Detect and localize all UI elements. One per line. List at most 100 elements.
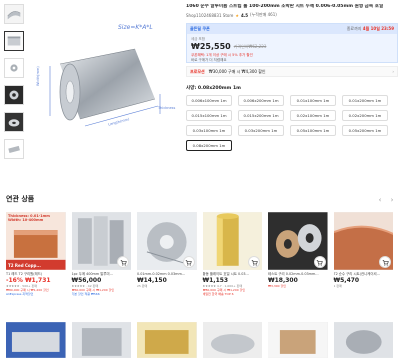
card-name: T1 레드 T2 구리원(레드): [6, 272, 43, 276]
chevron-right-icon[interactable]: ›: [388, 196, 396, 204]
card-meta: ₩3,300 할인: [268, 284, 287, 288]
thumbnail-5[interactable]: [4, 112, 24, 132]
variant-option[interactable]: 0.05x100mm 1m: [290, 125, 336, 136]
dim-width-label: Width(mm): [36, 66, 40, 86]
product-card-image[interactable]: [268, 322, 328, 358]
cart-button[interactable]: [248, 256, 260, 268]
cart-icon: [185, 259, 192, 266]
product-card-image[interactable]: [6, 322, 66, 358]
card-image[interactable]: Thickness: 0.01-1mm Width: 10-400mm T2 R…: [6, 212, 66, 270]
card-price: ₩14,150: [137, 277, 167, 284]
rating-suffix[interactable]: (누적판매 461): [250, 12, 277, 18]
card-overlay-text: Thickness: 0.01-1mm Width: 10-400mm: [8, 214, 50, 222]
chevron-left-icon[interactable]: ‹: [376, 196, 384, 204]
ends-time: 4월 10일 23:59: [362, 26, 394, 31]
product-card-image[interactable]: [137, 322, 197, 358]
cart-icon: [251, 259, 258, 266]
ends-label: 종료까지: [346, 26, 362, 31]
card-name: 1pc 두께 400mm 알루미...: [71, 272, 113, 276]
store-name[interactable]: Shop1102468831 Store: [186, 13, 233, 18]
card-meta-3: 기본 할인 적용 ₩566: [71, 292, 100, 296]
card-price: -16% ₩1,731: [6, 277, 66, 284]
product-card-image[interactable]: [71, 322, 131, 358]
variant-option-selected[interactable]: 0.08x200mm 1m: [186, 140, 232, 151]
variant-option[interactable]: 0.03x200mm 1m: [238, 125, 284, 136]
thumbnail-3[interactable]: [4, 58, 24, 78]
tax-label: 세금 포함: [191, 37, 205, 41]
card-image[interactable]: [137, 212, 197, 270]
current-price: ₩25,550: [191, 42, 231, 51]
coupon-line-2: 바로 구매가 더 저렴해요: [191, 58, 227, 62]
variant-option[interactable]: 0.006x100mm 1m: [186, 95, 232, 106]
thumbnail-4[interactable]: [4, 85, 24, 105]
dim-thickness-label: Thickness: [158, 106, 176, 110]
product-card[interactable]: Thickness: 0.01-1mm Width: 10-400mm T2 R…: [6, 212, 66, 320]
card-name: 0.01mm-0.02mm 0.03mm...: [137, 272, 186, 276]
variant-option[interactable]: 0.01x200mm 1m: [342, 95, 388, 106]
cart-button[interactable]: [313, 256, 326, 268]
deal-bar: 골든딜 쿠폰 종료까지 4월 10일 23:59: [187, 24, 397, 34]
variant-option[interactable]: 0.05x200mm 1m: [342, 125, 388, 136]
deal-tag: 골든딜 쿠폰: [190, 26, 210, 31]
card-price: ₩56,000: [71, 277, 102, 284]
variant-option[interactable]: 0.02x100mm 1m: [290, 110, 336, 121]
thumbnail-1[interactable]: [4, 4, 24, 24]
promo-tag: 프로모션: [190, 68, 205, 74]
star-icon: ★: [235, 12, 239, 18]
cart-button[interactable]: [182, 256, 195, 268]
card-meta-3: AliExpress 지역할인: [6, 292, 34, 296]
size-label: Size=K*A*L: [118, 24, 153, 31]
main-product-image[interactable]: Size=K*A*L Width(mm) Length(mm) Thicknes…: [30, 4, 178, 152]
price-box: 골든딜 쿠폰 종료까지 4월 10일 23:59 세금 포함 ₩25,550 가…: [186, 23, 398, 63]
variant-grid: 0.006x100mm 1m 0.006x200mm 1m 0.01x100mm…: [186, 95, 398, 151]
cart-icon: [120, 259, 127, 266]
card-name: 황동 플레이트 호일 시트 0.03...: [202, 272, 249, 276]
related-title: 연관 상품: [6, 195, 35, 203]
variant-option[interactable]: 0.015x200mm 1m: [238, 110, 284, 121]
product-card[interactable]: 1pc 두께 400mm 알루미... ₩56,000 ★★★★★ · 42 판…: [71, 212, 131, 320]
product-card-image[interactable]: [333, 322, 393, 358]
product-info: 1060 순수 알루미늄 스트립 롤 100-200mm 조박판 시트 두께 0…: [186, 4, 398, 151]
thumbnail-6[interactable]: [4, 139, 24, 159]
card-price: ₩1,153: [202, 277, 229, 284]
card-overlay-bottom: T2 Red Copp...: [8, 263, 41, 268]
rating-value: 4.5: [240, 12, 249, 18]
product-card[interactable]: 0.01mm-0.02mm 0.03mm... ₩14,150 25 판매: [137, 212, 197, 320]
variant-option[interactable]: 0.006x200mm 1m: [238, 95, 284, 106]
promo-row[interactable]: 프로모션 ₩30,000 구매 시 ₩4,300 할인 ›: [186, 66, 398, 77]
card-image[interactable]: [71, 212, 131, 270]
variant-option[interactable]: 0.03x100mm 1m: [186, 125, 232, 136]
variant-heading: 사양: 0.08x200mm 1m: [186, 86, 241, 91]
related-cards: Thickness: 0.01-1mm Width: 10-400mm T2 R…: [6, 212, 396, 320]
card-meta: 25 판매: [137, 284, 148, 288]
card-name: 테스트 구리 0.02mm-0.03mm...: [268, 272, 319, 276]
deal-ends: 종료까지 4월 10일 23:59: [347, 26, 394, 32]
cart-button[interactable]: [117, 256, 129, 268]
promo-text: ₩30,000 구매 시 ₩4,300 할인: [208, 68, 266, 74]
store-line: Shop1102468831 Store ★ 4.5 (누적판매 461): [186, 12, 398, 18]
product-card-image[interactable]: [202, 322, 262, 358]
card-image[interactable]: [202, 212, 262, 270]
old-price: 가격인하₩62,223: [233, 44, 267, 49]
card-name: T2 순수 구리 시트(컨니케이셔...: [333, 272, 380, 276]
product-card[interactable]: 황동 플레이트 호일 시트 0.03... ₩1,153 ★★★★★ 4.7 ·…: [202, 212, 262, 320]
chevron-right-icon: ›: [392, 69, 394, 74]
product-title: 1060 순수 알루미늄 스트립 롤 100-200mm 조박판 시트 두께 0…: [186, 4, 384, 9]
card-image[interactable]: [268, 212, 328, 270]
variant-option[interactable]: 0.01x100mm 1m: [290, 95, 336, 106]
card-image[interactable]: [333, 212, 393, 270]
price-row: ₩25,550 가격인하₩62,223: [187, 34, 397, 53]
scroll-arrows: ‹ ›: [376, 196, 396, 204]
product-card[interactable]: T2 순수 구리 시트(컨니케이셔... ₩5,470 1 판매: [333, 212, 393, 320]
cart-button[interactable]: [379, 256, 391, 268]
cart-icon: [382, 259, 389, 266]
card-price-value: -16% ₩1,731: [6, 277, 51, 284]
thumbnail-2[interactable]: [4, 31, 24, 51]
variant-option[interactable]: 0.02x200mm 1m: [342, 110, 388, 121]
card-price: ₩18,300: [268, 277, 298, 284]
product-card[interactable]: 테스트 구리 0.02mm-0.03mm... ₩18,300 ₩3,300 할…: [268, 212, 328, 320]
variant-option[interactable]: 0.015x100mm 1m: [186, 110, 232, 121]
thumbnail-strip: [4, 4, 24, 166]
card-price: ₩5,470: [333, 277, 360, 284]
card-meta: 1 판매: [333, 284, 342, 288]
